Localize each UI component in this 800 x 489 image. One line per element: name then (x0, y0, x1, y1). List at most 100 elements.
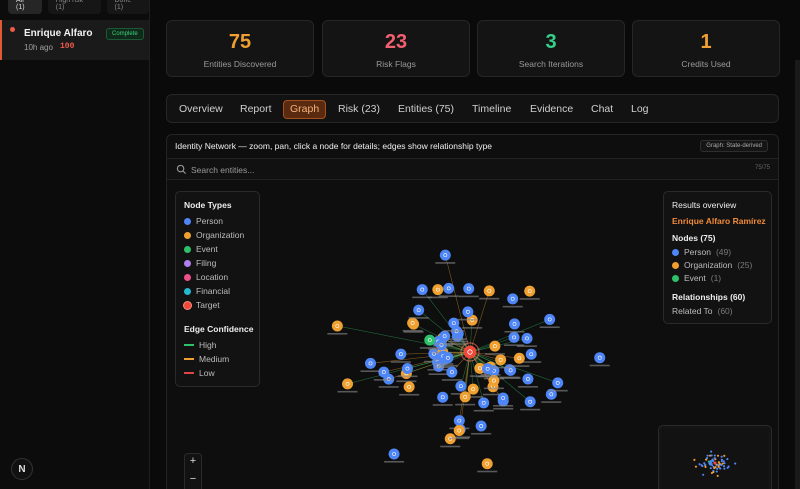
node-label (490, 366, 511, 369)
event-dot-icon (672, 274, 679, 282)
results-title: Results overview (672, 200, 737, 210)
graph-node[interactable] (432, 284, 444, 296)
node-label (473, 409, 494, 412)
graph-node[interactable] (459, 391, 471, 403)
graph-node[interactable] (378, 366, 390, 378)
filter-tab-all[interactable]: All (1) (8, 0, 42, 14)
graph-node[interactable] (443, 282, 455, 294)
legend-edge-medium: Medium (184, 354, 229, 364)
node-label (437, 364, 458, 367)
tab-timeline[interactable]: Timeline (466, 100, 517, 119)
node-label (440, 445, 461, 448)
minimap-node (707, 460, 710, 463)
graph-node[interactable] (521, 332, 533, 344)
graph-node[interactable] (495, 354, 507, 366)
edge-line-icon (184, 372, 194, 374)
case-list-item[interactable]: Enrique Alfaro 10h ago 100 Complete (0, 20, 149, 60)
graph-node[interactable] (522, 373, 534, 385)
node-label (402, 329, 423, 332)
zoom-in-button[interactable]: + (185, 455, 201, 467)
graph-node[interactable] (448, 317, 460, 329)
graph-node[interactable] (513, 352, 525, 364)
minimap-node (700, 464, 703, 467)
minimap-node (726, 458, 729, 461)
graph-minimap[interactable] (658, 425, 772, 489)
app-logo-icon[interactable]: N (11, 458, 33, 480)
tab-log[interactable]: Log (625, 100, 655, 119)
graph-node[interactable] (478, 397, 490, 409)
graph-node[interactable] (483, 285, 495, 297)
graph-node[interactable] (467, 383, 479, 395)
graph-node[interactable] (497, 392, 509, 404)
filter-tab-done[interactable]: Done (1) (106, 0, 149, 14)
results-overview: Results overview Enrique Alfaro Ramírez … (663, 191, 772, 324)
graph-node[interactable] (552, 377, 564, 389)
minimap-node (713, 454, 716, 457)
filter-tab-high-risk[interactable]: High risk (1) (47, 0, 101, 14)
graph-node[interactable] (489, 340, 501, 352)
graph-node[interactable] (525, 348, 537, 360)
case-risk-score: 100 (60, 42, 75, 51)
graph-node[interactable] (508, 331, 520, 343)
graph-node[interactable] (365, 357, 377, 369)
node-label (360, 370, 381, 373)
graph-node[interactable] (509, 318, 521, 330)
graph-node[interactable] (407, 317, 419, 329)
graph-node[interactable] (439, 249, 451, 261)
minimap-node (722, 460, 725, 463)
graph-node[interactable] (524, 396, 536, 408)
graph-node[interactable] (388, 448, 400, 460)
target-node[interactable] (463, 345, 477, 359)
tab-graph[interactable]: Graph (283, 100, 327, 119)
node-label (520, 408, 541, 411)
graph-node[interactable] (524, 285, 536, 297)
node-label (541, 401, 562, 403)
graph-node[interactable] (413, 304, 425, 316)
node-label (519, 298, 540, 300)
graph-node[interactable] (424, 334, 436, 346)
graph-node[interactable] (507, 293, 519, 305)
graph-node[interactable] (455, 380, 467, 392)
graph-node[interactable] (401, 363, 413, 375)
minimap-node (716, 463, 719, 466)
graph-node[interactable] (463, 283, 475, 295)
graph-node[interactable] (416, 284, 428, 296)
target-name[interactable]: Enrique Alfaro Ramírez (672, 216, 766, 226)
graph-node[interactable] (342, 378, 354, 390)
tab-evidence[interactable]: Evidence (524, 100, 579, 119)
stat-label: Credits Used (681, 59, 731, 69)
graph-node[interactable] (403, 381, 415, 393)
filter-tabs: All (1) High risk (1) Done (1) (8, 0, 149, 14)
graph-node[interactable] (462, 306, 474, 318)
tab-entities[interactable]: Entities (75) (392, 100, 460, 119)
zoom-controls: + − (184, 453, 202, 489)
graph-node[interactable] (395, 348, 407, 360)
graph-node[interactable] (331, 320, 343, 332)
node-label (493, 404, 514, 407)
target-dot-icon (184, 301, 191, 309)
graph-node[interactable] (437, 391, 449, 403)
zoom-out-button[interactable]: − (185, 473, 201, 485)
graph-node[interactable] (439, 330, 451, 342)
tab-report[interactable]: Report (234, 100, 278, 119)
graph-node[interactable] (453, 425, 465, 437)
filing-dot-icon (184, 259, 191, 267)
node-label (396, 380, 417, 383)
tab-risk[interactable]: Risk (23) (332, 100, 386, 119)
node-label (477, 375, 498, 378)
graph-node[interactable] (544, 313, 556, 325)
node-label (462, 327, 483, 329)
tab-overview[interactable]: Overview (173, 100, 229, 119)
graph-node[interactable] (482, 363, 494, 375)
graph-node[interactable] (594, 352, 606, 364)
node-label (408, 317, 429, 319)
graph-node[interactable] (475, 420, 487, 432)
minimap-node (712, 471, 715, 474)
search-input[interactable] (191, 162, 691, 177)
tab-chat[interactable]: Chat (585, 100, 619, 119)
scrollbar[interactable] (795, 60, 800, 489)
graph-node[interactable] (442, 352, 454, 364)
minimap-node (718, 462, 721, 465)
graph-node[interactable] (481, 458, 493, 470)
graph-node[interactable] (446, 366, 458, 378)
